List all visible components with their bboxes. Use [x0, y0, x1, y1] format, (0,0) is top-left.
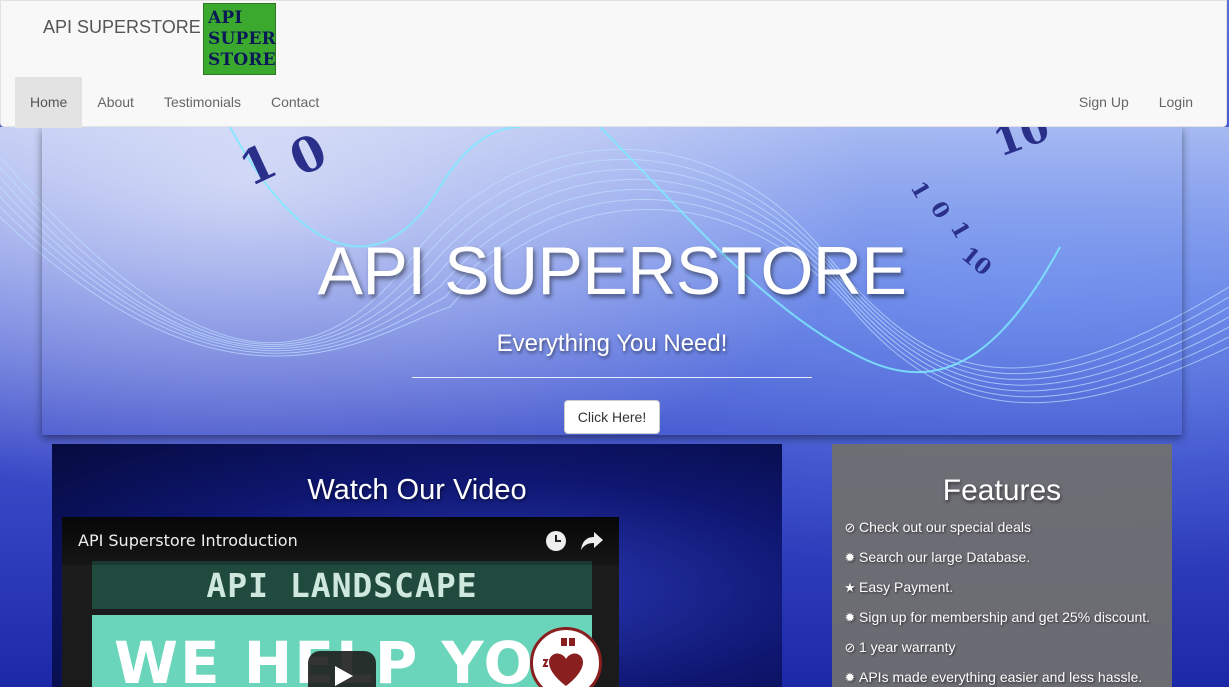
- share-icon[interactable]: [580, 529, 604, 551]
- navbar: API SUPERSTORE API SUPER STORE Home Abou…: [0, 0, 1227, 128]
- video-title[interactable]: API Superstore Introduction: [78, 531, 298, 550]
- hero-divider: [412, 377, 812, 378]
- features-panel: Features ⊘ Check out our special deals ✹ S…: [832, 444, 1172, 687]
- logo-line: STORE: [208, 49, 276, 70]
- features-heading: Features: [942, 474, 1062, 507]
- star-icon: ★: [844, 580, 856, 595]
- starburst-icon: ✹: [844, 610, 856, 625]
- video-topbar: API Superstore Introduction: [62, 517, 619, 565]
- nav-contact[interactable]: Contact: [256, 77, 334, 128]
- nav-right: Sign Up Login: [1064, 77, 1208, 128]
- logo-line: API: [208, 7, 243, 28]
- video-player[interactable]: API Superstore Introduction API LANDSCAP…: [62, 517, 619, 687]
- feature-item: ★ Easy Payment.: [842, 576, 1167, 606]
- play-button[interactable]: [308, 651, 376, 687]
- video-heading: Watch Our Video: [307, 474, 527, 506]
- feature-item: ✹ Search our large Database.: [842, 546, 1167, 576]
- feature-item: ✹ Sign up for membership and get 25% disc…: [842, 606, 1167, 636]
- click-here-button[interactable]: Click Here!: [564, 400, 660, 434]
- feature-item: ✹ APIs made everything easier and less ha…: [842, 666, 1167, 687]
- feature-item: ⊘ Check out our special deals: [842, 516, 1167, 546]
- heart-icon: [530, 627, 602, 687]
- brand-name[interactable]: API SUPERSTORE: [43, 17, 201, 38]
- nav-testimonials[interactable]: Testimonials: [149, 77, 256, 128]
- video-thumbnail-banner: API LANDSCAPE: [92, 561, 592, 609]
- starburst-icon: ✹: [844, 670, 856, 685]
- logo-line: SUPER: [208, 28, 276, 49]
- check-circle-icon: ⊘: [844, 640, 856, 655]
- thumb-top-text: API LANDSCAPE: [206, 565, 478, 605]
- nav-about[interactable]: About: [82, 77, 149, 128]
- video-panel: Watch Our Video API Superstore Introduct…: [52, 444, 782, 687]
- nav-left: Home About Testimonials Contact: [15, 77, 334, 128]
- nav-login[interactable]: Login: [1144, 77, 1208, 128]
- hero-jumbotron: API SUPERSTORE Everything You Need! Clic…: [42, 127, 1182, 435]
- check-circle-icon: ⊘: [844, 520, 856, 535]
- nav-home[interactable]: Home: [15, 77, 83, 128]
- starburst-icon: ✹: [844, 550, 856, 565]
- features-list: ⊘ Check out our special deals ✹ Search our…: [842, 516, 1167, 687]
- feature-item: ⊘ 1 year warranty: [842, 636, 1167, 666]
- store-logo[interactable]: API SUPER STORE: [203, 3, 276, 75]
- hero-title: API SUPERSTORE: [317, 233, 907, 309]
- hero-subtitle: Everything You Need!: [496, 330, 728, 357]
- nav-sign-up[interactable]: Sign Up: [1064, 77, 1144, 128]
- watch-later-icon[interactable]: [546, 531, 566, 551]
